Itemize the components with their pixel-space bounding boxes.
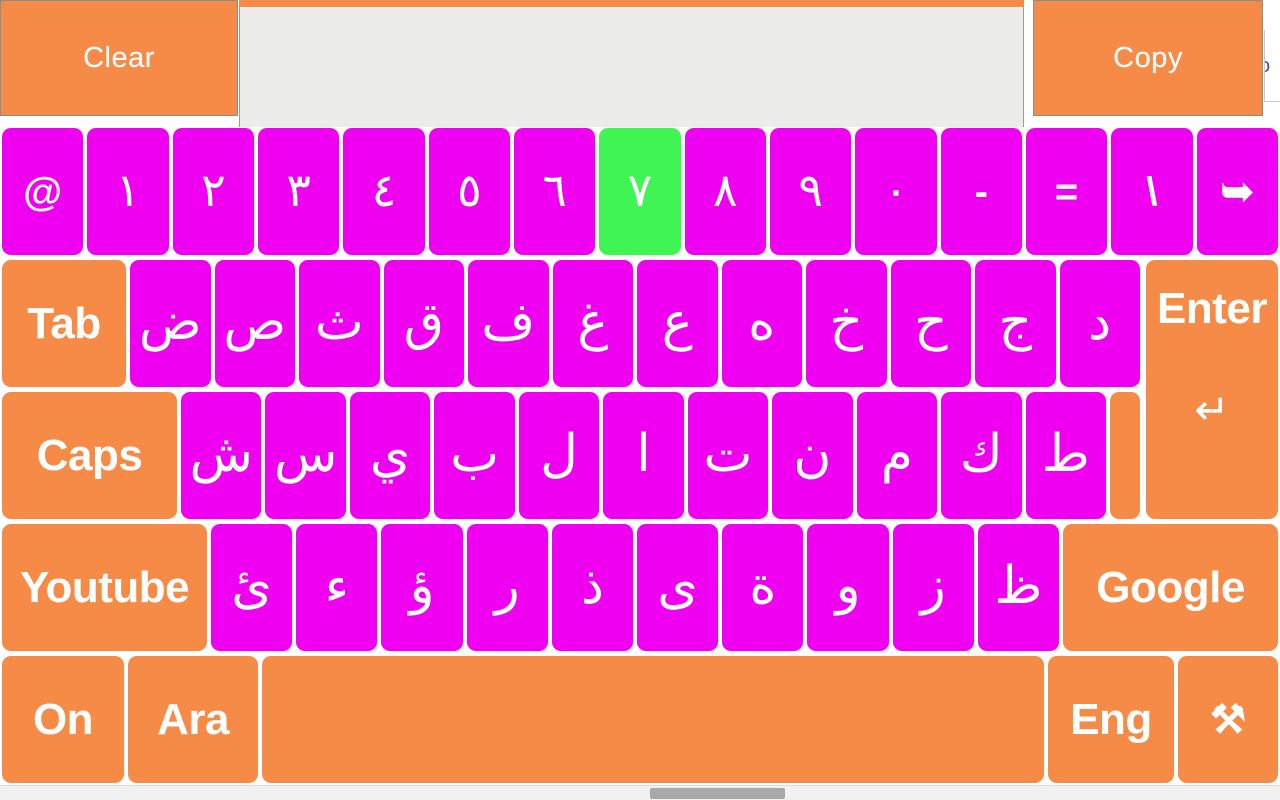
key-arabic-eight[interactable]: ٨ xyxy=(684,128,766,255)
key-ya[interactable]: ي xyxy=(349,392,431,519)
key-alef-maksura[interactable]: ى xyxy=(637,524,719,651)
key-arabic-six[interactable]: ٦ xyxy=(513,128,596,255)
key-arabic-zero[interactable]: ٠ xyxy=(855,128,937,255)
enter-arrow-icon: ↵ xyxy=(1194,386,1230,433)
key-arabic-two[interactable]: ٢ xyxy=(172,128,254,255)
key-arabic-seven[interactable]: ٧ xyxy=(599,128,681,255)
key-jeem[interactable]: ج xyxy=(975,260,1056,387)
keyboard-row-tab: Tab ض ص ث ق ف غ ع ه خ ح ج د xyxy=(0,260,1280,387)
keyboard-row-space: On Ara Eng ⚒ xyxy=(0,656,1280,783)
key-ta-marbuta[interactable]: ة xyxy=(722,524,804,651)
key-ghain[interactable]: غ xyxy=(552,260,633,387)
key-sheen[interactable]: ش xyxy=(181,392,262,519)
scrollbar-thumb[interactable] xyxy=(650,788,785,799)
copy-button[interactable]: Copy xyxy=(1033,0,1263,116)
key-ba[interactable]: ب xyxy=(434,392,515,519)
key-tah[interactable]: ط xyxy=(1025,392,1106,519)
key-on[interactable]: On xyxy=(2,656,124,783)
top-toolbar: Clear Copy o xyxy=(0,0,1280,131)
key-lam[interactable]: ل xyxy=(518,392,600,519)
clear-button[interactable]: Clear xyxy=(0,0,238,116)
text-display-input[interactable] xyxy=(239,7,1024,131)
horizontal-scrollbar[interactable] xyxy=(0,785,1280,800)
key-ta[interactable]: ت xyxy=(687,392,769,519)
tools-icon[interactable]: ⚒ xyxy=(1178,656,1278,783)
keyboard: @١ ٢ ٣ ٤ ٥ ٦ ٧ ٨ ٩ ٠- = \ ➥ Tab ض ص ث ق ف غ ع ه خ ح ج د Caps ش س ي ب… xyxy=(0,127,1280,785)
key-arabic-three[interactable]: ٣ xyxy=(257,128,340,255)
virtual-keyboard-app: Clear Copy o @١٢٣٤٥٦٧٨٩٠-=\➥ Tabضصثقفغعه… xyxy=(0,0,1280,800)
key-seen[interactable]: س xyxy=(265,392,346,519)
key-yeh-hamza[interactable]: ئ xyxy=(211,524,293,651)
key-waw-hamza[interactable]: ؤ xyxy=(381,524,463,651)
key-zah[interactable]: ظ xyxy=(977,524,1060,651)
key-kaf[interactable]: ك xyxy=(941,392,1022,519)
key-kha[interactable]: خ xyxy=(806,260,887,387)
key-ra[interactable]: ر xyxy=(466,524,548,651)
key-at[interactable]: @ xyxy=(2,128,84,255)
key-equals[interactable]: = xyxy=(1025,128,1108,255)
key-english-layout[interactable]: Eng xyxy=(1048,656,1174,783)
key-hamza[interactable]: ء xyxy=(296,524,378,651)
key-arabic-nine[interactable]: ٩ xyxy=(769,128,852,255)
key-youtube[interactable]: Youtube xyxy=(2,524,207,651)
display-area xyxy=(239,0,1024,131)
keyboard-row-number: @١ ٢ ٣ ٤ ٥ ٦ ٧ ٨ ٩ ٠- = \ ➥ xyxy=(0,128,1280,255)
key-space[interactable] xyxy=(262,656,1044,783)
key-enter[interactable]: Enter ↵ xyxy=(1146,260,1278,519)
edge-clipped-element: o xyxy=(1264,30,1280,102)
key-backslash[interactable]: \ xyxy=(1111,128,1193,255)
key-ha[interactable]: ه xyxy=(721,260,802,387)
key-arabic-one[interactable]: ١ xyxy=(87,128,169,255)
key-sad[interactable]: ص xyxy=(214,260,295,387)
key-tha[interactable]: ث xyxy=(299,260,380,387)
key-qaf[interactable]: ق xyxy=(383,260,464,387)
keyboard-row-caps: Caps ش س ي ب ل ا ت ن م ك ط xyxy=(0,392,1280,519)
key-dal[interactable]: د xyxy=(1059,260,1140,387)
key-dad[interactable]: ض xyxy=(130,260,211,387)
key-tab[interactable]: Tab xyxy=(2,260,126,387)
key-fa[interactable]: ف xyxy=(468,260,549,387)
key-arabic-four[interactable]: ٤ xyxy=(343,128,425,255)
backspace-icon[interactable]: ➥ xyxy=(1196,128,1278,255)
key-arabic-five[interactable]: ٥ xyxy=(428,128,510,255)
key-arabic-layout[interactable]: Ara xyxy=(128,656,258,783)
key-waw[interactable]: و xyxy=(807,524,889,651)
key-google[interactable]: Google xyxy=(1063,524,1279,651)
key-noon[interactable]: ن xyxy=(772,392,853,519)
key-meem[interactable]: م xyxy=(856,392,938,519)
enter-label: Enter xyxy=(1157,284,1267,333)
key-ain[interactable]: ع xyxy=(637,260,718,387)
key-caps[interactable]: Caps xyxy=(2,392,177,519)
keyboard-row-shift: Youtube ئ ء ؤ ر ذ ى ة و ز ظ Google xyxy=(0,524,1280,651)
key-thal[interactable]: ذ xyxy=(551,524,634,651)
key-hah[interactable]: ح xyxy=(890,260,971,387)
key-minus[interactable]: - xyxy=(940,128,1022,255)
key-zain[interactable]: ز xyxy=(892,524,974,651)
key-blank[interactable] xyxy=(1109,392,1140,519)
key-alef[interactable]: ا xyxy=(603,392,684,519)
